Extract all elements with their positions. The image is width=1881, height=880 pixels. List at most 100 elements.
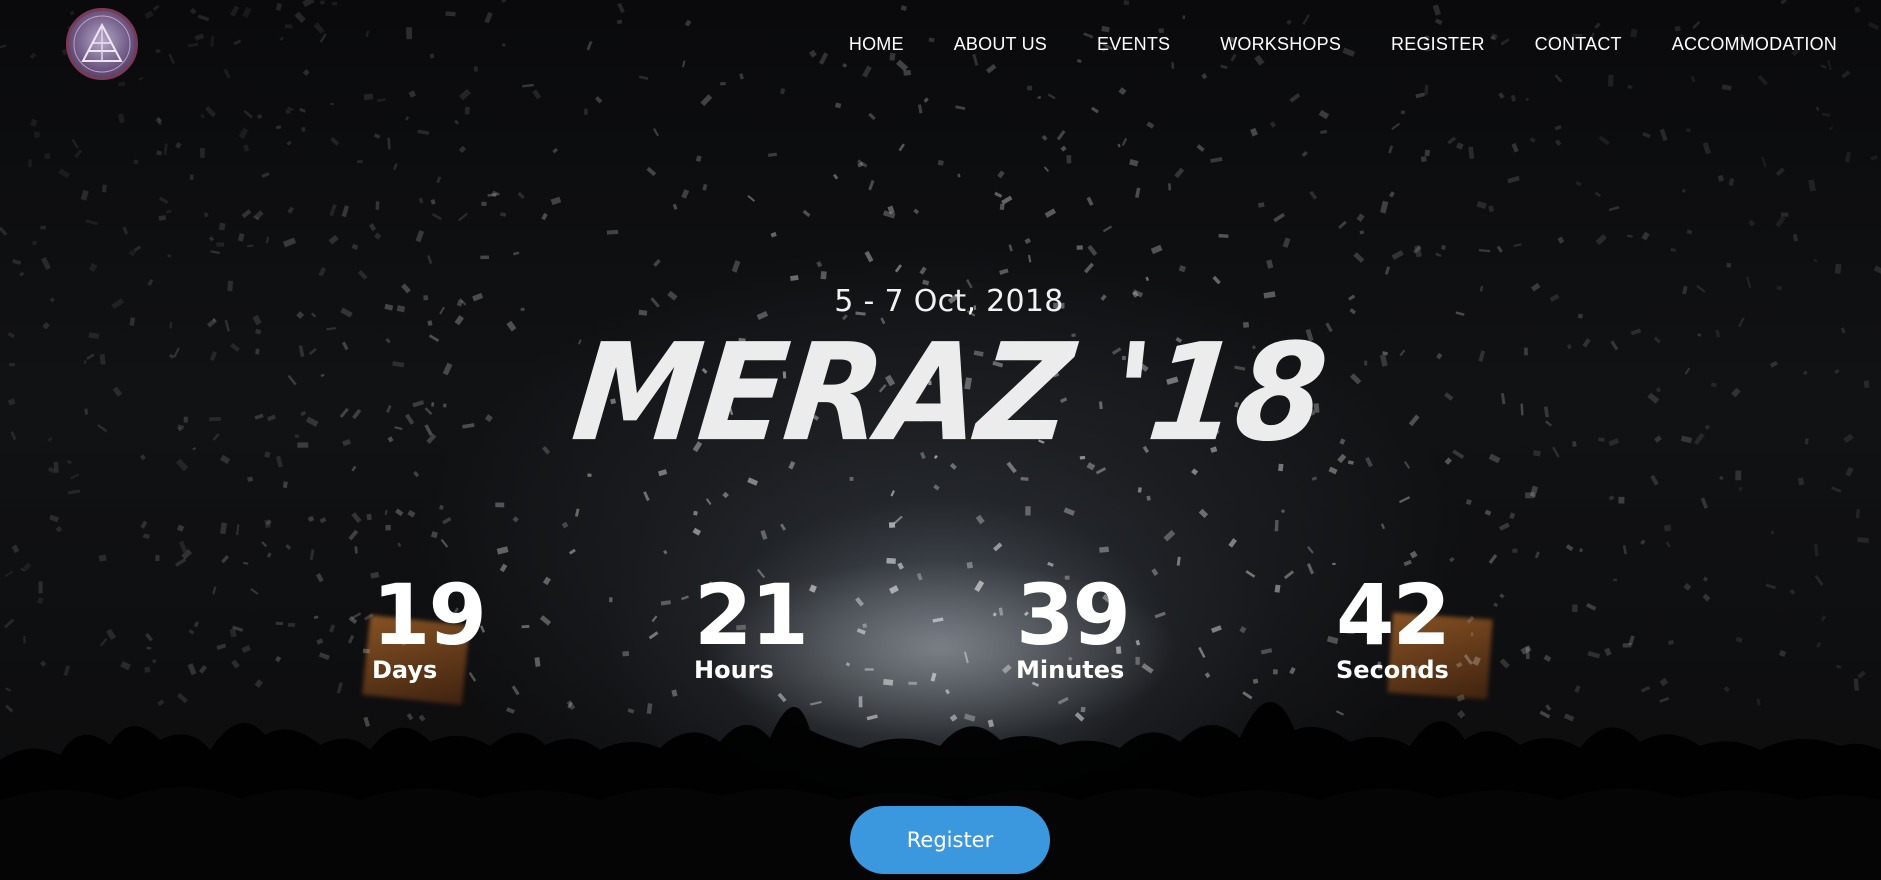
confetti-piece [237, 233, 245, 242]
confetti-piece [330, 102, 334, 106]
nav-events[interactable]: EVENTS [1097, 34, 1170, 55]
confetti-piece [265, 236, 270, 244]
confetti-piece [552, 147, 558, 154]
confetti-piece [341, 205, 350, 218]
confetti-piece [1353, 252, 1365, 263]
confetti-piece [849, 476, 854, 481]
confetti-piece [1781, 212, 1789, 217]
confetti-piece [1320, 129, 1328, 134]
confetti-piece [1056, 130, 1066, 141]
confetti-piece [1595, 233, 1607, 246]
confetti-piece [1404, 461, 1411, 469]
confetti-piece [1041, 134, 1048, 141]
confetti-piece [700, 94, 713, 107]
confetti-piece [454, 119, 460, 125]
confetti-piece [681, 189, 690, 199]
confetti-piece [158, 196, 169, 205]
confetti-piece [997, 170, 1005, 179]
confetti-piece [643, 491, 650, 502]
confetti-piece [832, 173, 839, 180]
confetti-piece [1555, 139, 1562, 146]
nav-workshops[interactable]: WORKSHOPS [1220, 34, 1341, 55]
confetti-piece [1845, 151, 1852, 163]
confetti-piece [1663, 524, 1672, 532]
nav-home[interactable]: HOME [849, 34, 904, 55]
confetti-piece [1670, 248, 1677, 252]
confetti-piece [1640, 539, 1646, 545]
nav-register[interactable]: REGISTER [1391, 34, 1485, 55]
confetti-piece [243, 144, 250, 152]
confetti-piece [1488, 205, 1495, 213]
confetti-piece [1311, 476, 1318, 481]
register-button[interactable]: Register [850, 806, 1050, 874]
confetti-piece [1129, 158, 1139, 167]
confetti-piece [208, 236, 215, 242]
confetti-piece [1700, 497, 1709, 509]
confetti-piece [1391, 122, 1401, 131]
confetti-piece [285, 544, 292, 550]
confetti-piece [1626, 234, 1633, 238]
confetti-piece [731, 260, 741, 273]
confetti-piece [1447, 136, 1457, 145]
confetti-piece [266, 552, 272, 558]
confetti-piece [1066, 155, 1072, 164]
confetti-piece [1380, 523, 1386, 530]
nav-contact[interactable]: CONTACT [1535, 34, 1622, 55]
countdown-minutes: 39 Minutes [1016, 570, 1131, 684]
confetti-piece [257, 114, 263, 119]
confetti-piece [1529, 137, 1536, 143]
confetti-piece [1622, 545, 1628, 555]
confetti-piece [1415, 92, 1425, 99]
confetti-piece [67, 489, 81, 495]
confetti-piece [133, 159, 139, 164]
confetti-piece [1659, 128, 1668, 142]
confetti-piece [458, 145, 467, 154]
confetti-piece [330, 136, 340, 146]
confetti-piece [923, 97, 929, 103]
confetti-piece [28, 159, 32, 168]
confetti-piece [430, 199, 436, 205]
confetti-piece [204, 105, 217, 118]
confetti-piece [427, 320, 433, 327]
confetti-piece [1338, 220, 1347, 229]
confetti-piece [436, 176, 442, 184]
confetti-piece [351, 243, 359, 250]
confetti-piece [385, 524, 391, 531]
confetti-piece [1575, 180, 1582, 187]
confetti-piece [587, 473, 592, 478]
confetti-piece [58, 168, 70, 179]
confetti-piece [1449, 556, 1455, 563]
confetti-piece [393, 163, 398, 171]
nav-accommodation[interactable]: ACCOMMODATION [1672, 34, 1837, 55]
confetti-piece [1598, 135, 1610, 146]
confetti-piece [319, 517, 327, 524]
confetti-piece [1511, 94, 1516, 102]
confetti-piece [1855, 508, 1861, 519]
confetti-piece [1496, 245, 1503, 253]
confetti-piece [166, 253, 172, 258]
confetti-piece [351, 512, 362, 524]
confetti-piece [363, 93, 374, 101]
confetti-piece [1808, 179, 1817, 192]
confetti-piece [1146, 121, 1155, 129]
confetti-piece [98, 554, 107, 562]
countdown-seconds: 42 Seconds [1336, 570, 1451, 684]
confetti-piece [200, 113, 205, 119]
nav-about-us[interactable]: ABOUT US [954, 34, 1047, 55]
confetti-piece [415, 230, 425, 243]
confetti-piece [767, 152, 777, 157]
confetti-piece [395, 508, 404, 517]
site-logo[interactable] [66, 8, 138, 80]
confetti-piece [1318, 109, 1330, 120]
confetti-piece [1063, 507, 1076, 516]
confetti-piece [561, 521, 569, 529]
confetti-piece [890, 490, 895, 497]
confetti-piece [366, 513, 372, 521]
confetti-piece [142, 533, 150, 540]
confetti-piece [898, 143, 906, 152]
confetti-piece [203, 212, 209, 218]
confetti-piece [413, 470, 420, 478]
confetti-piece [368, 223, 377, 232]
confetti-piece [653, 259, 661, 267]
confetti-piece [512, 516, 519, 523]
